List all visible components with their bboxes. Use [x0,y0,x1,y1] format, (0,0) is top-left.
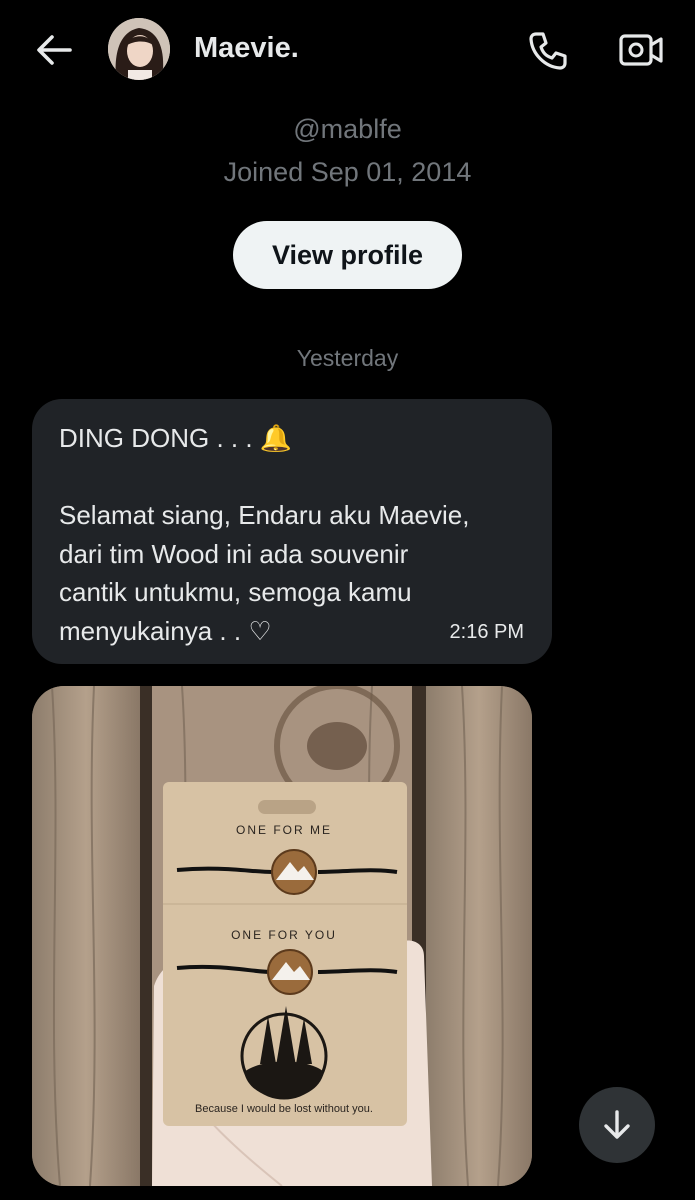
message-image[interactable]: ONE FOR ME ONE FOR YOU Because I would b… [32,686,532,1186]
contact-name[interactable]: Maevie. [194,32,299,65]
message-time: 2:16 PM [449,621,524,643]
arrow-left-icon[interactable] [34,30,74,70]
message-text: DING DONG . . . 🔔 Selamat siang, Endaru … [59,423,470,646]
card-top-text: ONE FOR ME [236,823,332,837]
joined-date: Joined Sep 01, 2014 [223,157,472,187]
message-bubble[interactable]: DING DONG . . . 🔔 Selamat siang, Endaru … [32,399,552,664]
chat-header: Maevie. [0,0,695,100]
date-divider: Yesterday [296,345,399,371]
phone-icon[interactable] [526,28,570,72]
video-camera-icon[interactable] [618,30,664,70]
card-mid-text: ONE FOR YOU [231,928,337,942]
scroll-to-bottom-button[interactable] [579,1087,655,1163]
avatar[interactable] [108,18,170,80]
view-profile-button[interactable]: View profile [233,221,462,289]
arrow-down-icon [604,1110,630,1139]
profile-handle: @mablfe [293,114,402,144]
card-bottom-text: Because I would be lost without you. [195,1103,373,1115]
